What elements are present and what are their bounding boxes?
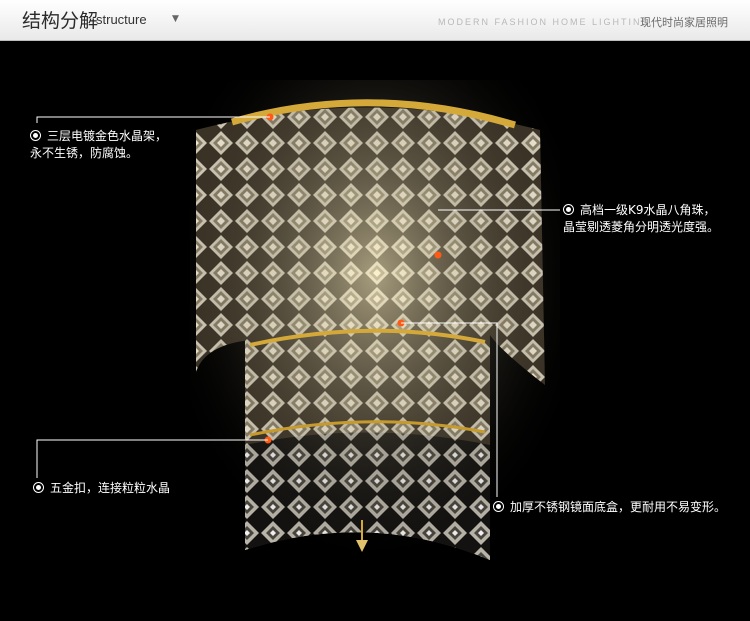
callout-buckle: 五金扣，连接粒粒水晶 — [33, 480, 170, 497]
brand-slogan-cn: 现代时尚家居照明 — [640, 16, 728, 29]
callout-buckle-text: 五金扣，连接粒粒水晶 — [50, 481, 171, 495]
circle-bullet-icon — [33, 482, 44, 493]
callout-frame: 三层电镀金色水晶架， 永不生锈，防腐蚀。 — [30, 128, 167, 162]
section-title-en: structure — [96, 12, 147, 27]
header-bar: 结构分解 structure ▼ MODERN FASHION HOME LIG… — [0, 0, 750, 41]
section-title: 结构分解 — [22, 10, 99, 32]
brand-slogan-en: MODERN FASHION HOME LIGHTING — [438, 17, 651, 27]
callout-crystal: 高档一级K9水晶八角珠， 晶莹剔透菱角分明透光度强。 — [563, 202, 719, 236]
callout-crystal-line1: 高档一级K9水晶八角珠， — [580, 203, 716, 217]
callout-frame-line2: 永不生锈，防腐蚀。 — [30, 146, 139, 160]
circle-bullet-icon — [493, 501, 504, 512]
marker-right — [434, 251, 442, 259]
callout-base-text: 加厚不锈钢镜面底盒，更耐用不易变形。 — [510, 500, 727, 514]
callout-crystal-line2: 晶莹剔透菱角分明透光度强。 — [563, 220, 720, 234]
triangle-down-icon: ▼ — [172, 14, 179, 24]
circle-bullet-icon — [563, 204, 574, 215]
circle-bullet-icon — [30, 130, 41, 141]
callout-base: 加厚不锈钢镜面底盒，更耐用不易变形。 — [493, 499, 726, 516]
callout-frame-line1: 三层电镀金色水晶架， — [47, 129, 168, 143]
